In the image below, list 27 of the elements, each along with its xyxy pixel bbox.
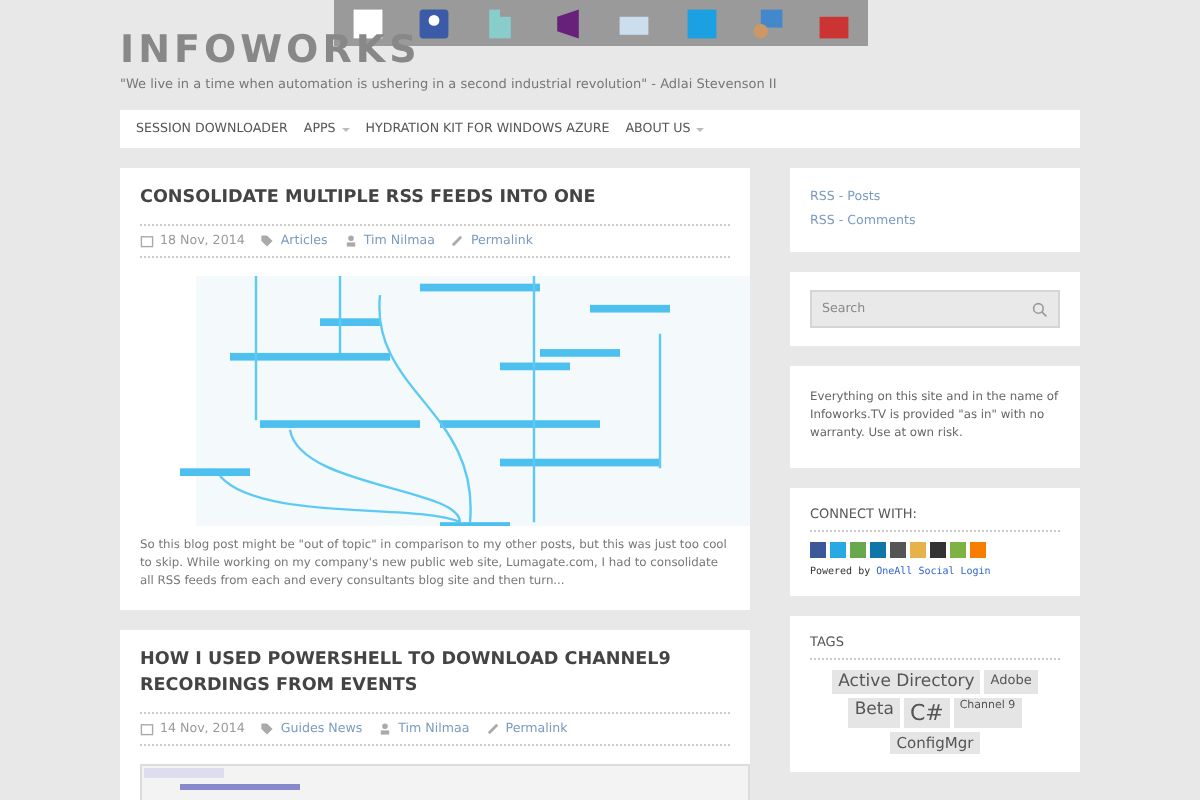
person-icon	[343, 234, 358, 248]
tag-icon	[260, 722, 275, 736]
calendar-icon	[140, 234, 154, 248]
social-icon[interactable]	[830, 542, 846, 558]
user-icon[interactable]	[416, 5, 453, 41]
caret-icon	[341, 127, 350, 135]
link-icon	[485, 722, 500, 736]
caret-icon	[696, 127, 705, 135]
tag-link[interactable]: Beta	[848, 698, 900, 728]
social-icon[interactable]	[810, 542, 826, 558]
tag-link[interactable]: C#	[903, 698, 950, 728]
social-icon[interactable]	[870, 542, 886, 558]
social-icon[interactable]	[970, 542, 986, 558]
social-icon[interactable]	[910, 542, 926, 558]
social-icon[interactable]	[890, 542, 906, 558]
tag-link[interactable]: Active Directory	[832, 670, 981, 694]
person-icon	[378, 722, 393, 736]
calendar-icon	[140, 722, 154, 736]
social-icon[interactable]	[850, 542, 866, 558]
link-icon	[450, 234, 465, 248]
post-title[interactable]: HOW I USED POWERSHELL TO DOWNLOAD CHANNEL9 RECORDINGS FROM EVENTS	[140, 648, 730, 714]
social-icon[interactable]	[930, 542, 946, 558]
computer-icon[interactable]	[749, 5, 786, 41]
search-icon	[1032, 301, 1048, 317]
post-title[interactable]: CONSOLIDATE MULTIPLE RSS FEEDS INTO ONE	[140, 186, 730, 226]
social-icon[interactable]	[950, 542, 966, 558]
tag-icon	[260, 234, 275, 248]
